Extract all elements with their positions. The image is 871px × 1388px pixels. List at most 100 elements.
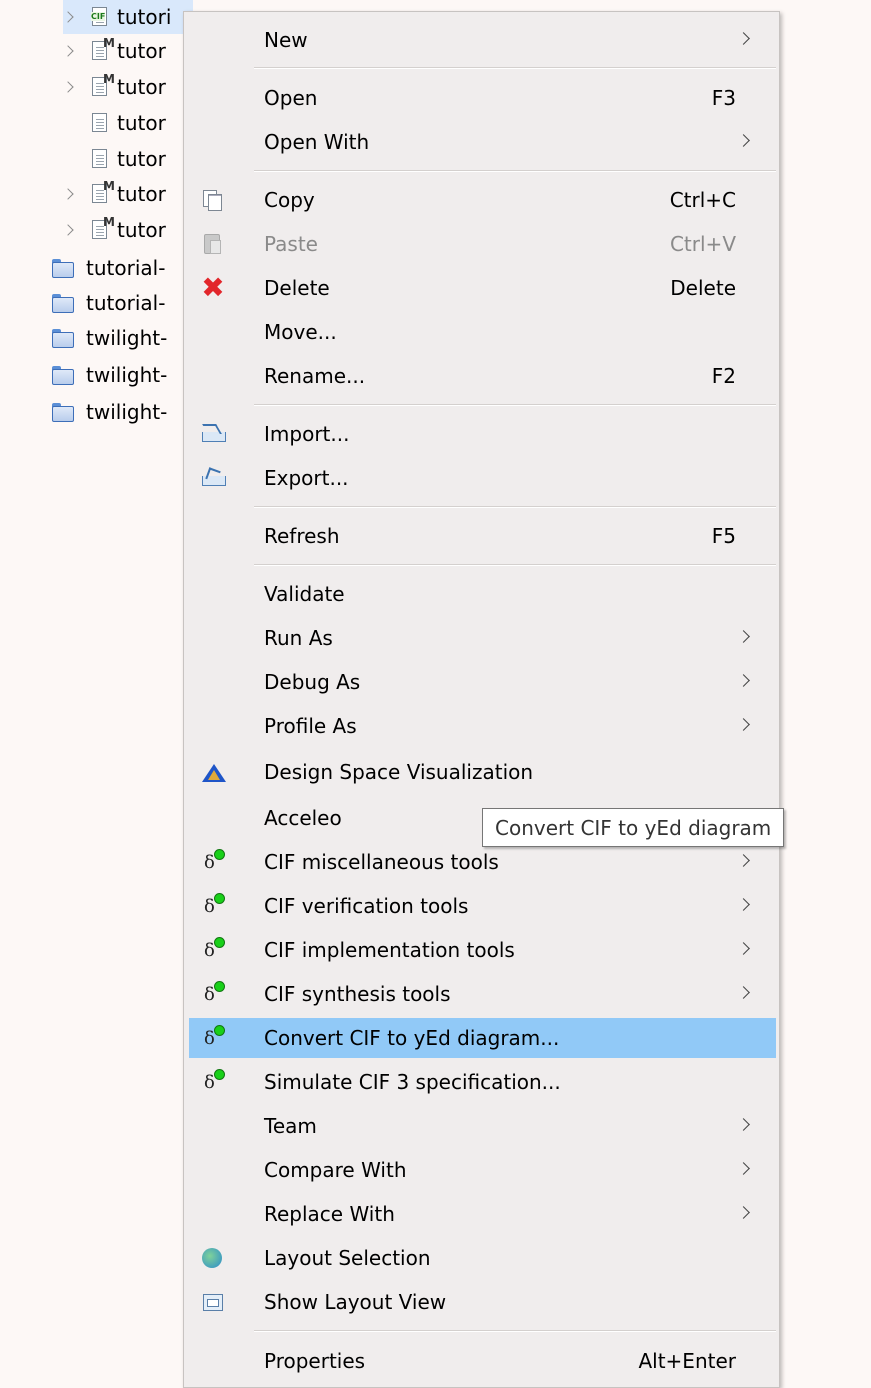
menu-item-layout-selection[interactable]: Layout Selection xyxy=(189,1238,776,1278)
tree-item[interactable]: M tutor xyxy=(63,34,166,68)
cif-tools-icon: δ xyxy=(199,936,227,964)
menu-item-label: CIF verification tools xyxy=(264,894,469,918)
tree-item[interactable]: twilight- xyxy=(52,321,167,355)
menu-item-copy[interactable]: Copy Ctrl+C xyxy=(189,180,776,220)
tree-item[interactable]: twilight- xyxy=(52,395,167,429)
tree-item-label: tutor xyxy=(117,111,166,135)
tree-item-label: tutor xyxy=(117,39,166,63)
menu-item-label: Export... xyxy=(264,466,349,490)
menu-item-cif-synthesis-tools[interactable]: δ CIF synthesis tools xyxy=(189,974,776,1014)
design-space-visualization-icon xyxy=(199,758,227,786)
chevron-right-icon xyxy=(737,718,750,731)
menu-item-cif-implementation-tools[interactable]: δ CIF implementation tools xyxy=(189,930,776,970)
menu-item-team[interactable]: Team xyxy=(189,1106,776,1146)
menu-separator xyxy=(254,170,776,172)
cif-file-icon: CIF xyxy=(91,6,109,28)
paste-icon xyxy=(199,230,227,258)
chevron-right-icon[interactable] xyxy=(63,187,77,201)
tree-item[interactable]: CIF tutori xyxy=(63,0,193,34)
menu-item-import[interactable]: Import... xyxy=(189,414,776,454)
menu-item-profile-as[interactable]: Profile As xyxy=(189,706,776,746)
menu-separator xyxy=(254,67,776,69)
tree-item[interactable]: M tutor xyxy=(63,177,166,211)
cif-tools-icon: δ xyxy=(199,1068,227,1096)
menu-item-export[interactable]: Export... xyxy=(189,458,776,498)
menu-item-cif-verification-tools[interactable]: δ CIF verification tools xyxy=(189,886,776,926)
tree-item[interactable]: M tutor xyxy=(63,70,166,104)
chevron-right-icon[interactable] xyxy=(63,80,77,94)
folder-icon xyxy=(52,294,74,313)
cif-tools-icon: δ xyxy=(199,848,227,876)
menu-item-design-space-visualization[interactable]: Design Space Visualization xyxy=(189,752,776,792)
menu-item-rename[interactable]: Rename... F2 xyxy=(189,356,776,396)
menu-item-run-as[interactable]: Run As xyxy=(189,618,776,658)
menu-item-label: CIF implementation tools xyxy=(264,938,515,962)
menu-item-label: Compare With xyxy=(264,1158,407,1182)
menu-item-label: Replace With xyxy=(264,1202,395,1226)
tree-item-label: tutor xyxy=(117,75,166,99)
menu-item-simulate-cif[interactable]: δ Simulate CIF 3 specification... xyxy=(189,1062,776,1102)
model-file-icon: M xyxy=(91,72,115,98)
menu-item-paste: Paste Ctrl+V xyxy=(189,224,776,264)
chevron-right-icon xyxy=(737,898,750,911)
import-icon xyxy=(199,420,227,448)
chevron-right-icon[interactable] xyxy=(63,44,77,58)
tree-item[interactable]: twilight- xyxy=(52,358,167,392)
tree-item[interactable]: tutorial- xyxy=(52,286,165,320)
chevron-right-icon[interactable] xyxy=(63,223,77,237)
menu-item-open[interactable]: Open F3 xyxy=(189,78,776,118)
copy-icon xyxy=(199,186,227,214)
menu-item-move[interactable]: Move... xyxy=(189,312,776,352)
menu-item-properties[interactable]: Properties Alt+Enter xyxy=(189,1341,776,1381)
menu-item-label: New xyxy=(264,28,308,52)
menu-item-debug-as[interactable]: Debug As xyxy=(189,662,776,702)
menu-item-show-layout-view[interactable]: Show Layout View xyxy=(189,1282,776,1322)
shortcut-label: F5 xyxy=(711,524,736,548)
tree-item-label: tutorial- xyxy=(86,256,166,280)
tree-item-label: twilight- xyxy=(86,326,168,350)
chevron-right-icon xyxy=(737,674,750,687)
tree-item[interactable]: tutorial- xyxy=(52,251,165,285)
menu-item-label: CIF synthesis tools xyxy=(264,982,451,1006)
menu-item-label: Layout Selection xyxy=(264,1246,431,1270)
menu-item-label: Rename... xyxy=(264,364,366,388)
menu-separator xyxy=(254,564,776,566)
menu-item-label: Design Space Visualization xyxy=(264,760,534,784)
menu-item-label: Debug As xyxy=(264,670,361,694)
chevron-right-icon xyxy=(737,630,750,643)
chevron-right-icon xyxy=(737,854,750,867)
menu-item-label: Move... xyxy=(264,320,337,344)
menu-item-delete[interactable]: ✖ Delete Delete xyxy=(189,268,776,308)
menu-item-compare-with[interactable]: Compare With xyxy=(189,1150,776,1190)
menu-item-refresh[interactable]: Refresh F5 xyxy=(189,516,776,556)
chevron-right-icon[interactable] xyxy=(63,10,77,24)
menu-item-convert-cif-to-yed[interactable]: δ Convert CIF to yEd diagram... xyxy=(189,1018,776,1058)
menu-item-label: Import... xyxy=(264,422,350,446)
tree-item-label: tutori xyxy=(117,5,172,29)
tree-item-label: twilight- xyxy=(86,363,168,387)
folder-icon xyxy=(52,403,74,422)
model-file-icon: M xyxy=(91,215,115,241)
menu-item-cif-miscellaneous-tools[interactable]: δ CIF miscellaneous tools xyxy=(189,842,776,882)
folder-icon xyxy=(52,366,74,385)
text-file-icon xyxy=(91,148,109,170)
cif-tools-icon: δ xyxy=(199,980,227,1008)
menu-item-label: Team xyxy=(264,1114,317,1138)
tree-item[interactable]: tutor xyxy=(63,106,166,140)
delete-icon: ✖ xyxy=(201,271,225,304)
menu-item-validate[interactable]: Validate xyxy=(189,574,776,614)
export-icon xyxy=(199,464,227,492)
menu-item-label: Simulate CIF 3 specification... xyxy=(264,1070,561,1094)
menu-item-open-with[interactable]: Open With xyxy=(189,122,776,162)
menu-item-replace-with[interactable]: Replace With xyxy=(189,1194,776,1234)
tree-item[interactable]: M tutor xyxy=(63,213,166,247)
chevron-right-icon xyxy=(737,134,750,147)
shortcut-label: Ctrl+C xyxy=(669,188,736,212)
menu-item-label: Delete xyxy=(264,276,330,300)
menu-item-label: Show Layout View xyxy=(264,1290,447,1314)
tree-item[interactable]: tutor xyxy=(63,142,166,176)
chevron-right-icon xyxy=(737,1118,750,1131)
tree-item-label: tutor xyxy=(117,182,166,206)
menu-separator xyxy=(254,506,776,508)
menu-item-new[interactable]: New xyxy=(189,20,776,60)
